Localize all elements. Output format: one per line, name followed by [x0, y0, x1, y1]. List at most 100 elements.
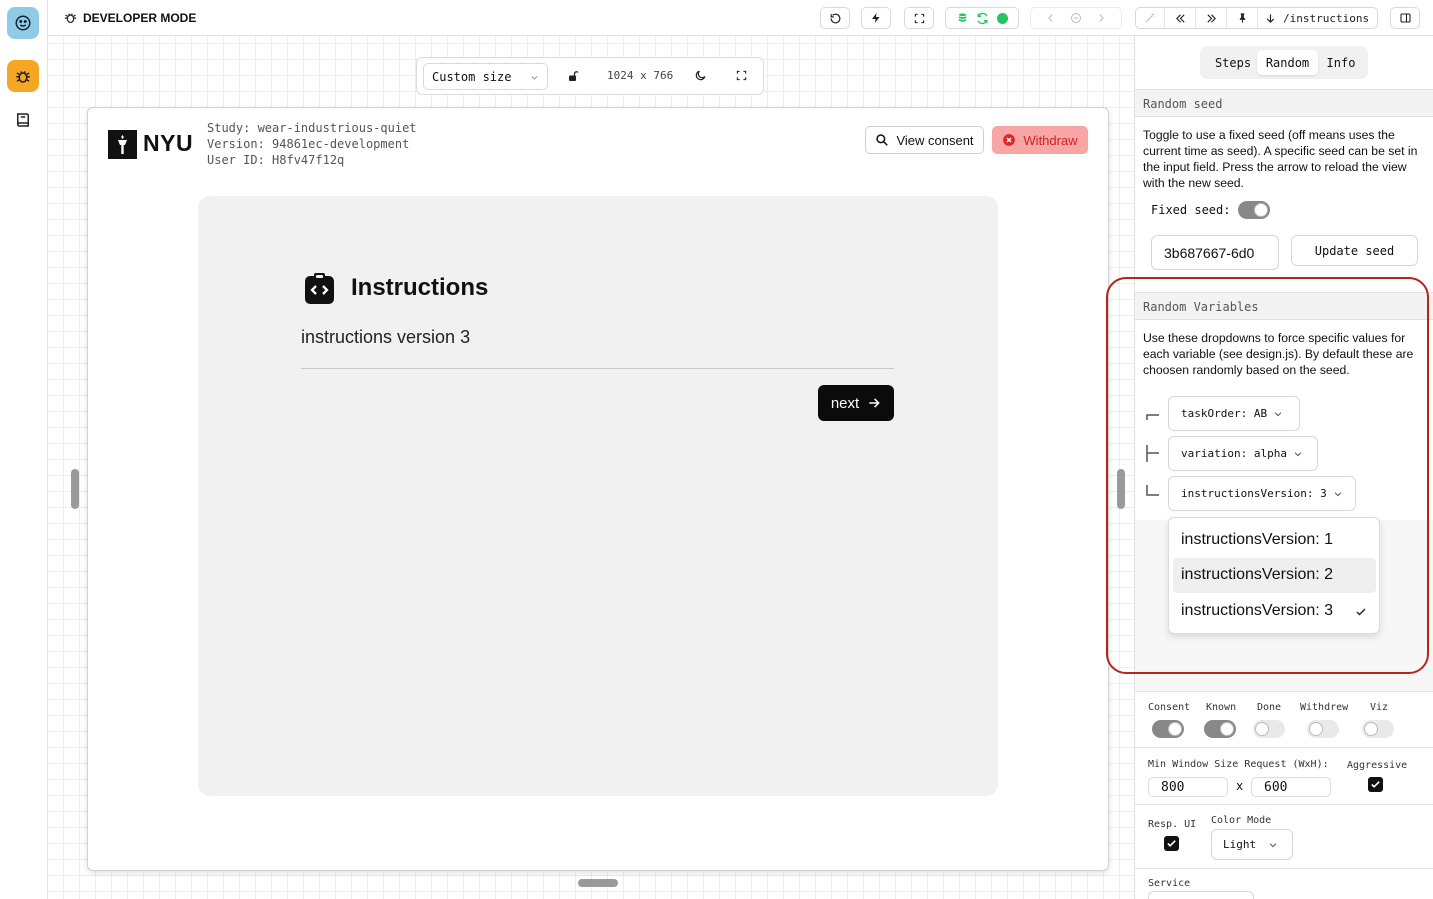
tab-steps[interactable]: Steps — [1208, 51, 1258, 74]
update-seed-button[interactable]: Update seed — [1291, 235, 1418, 266]
min-height-input[interactable]: 600 — [1251, 777, 1331, 797]
content-card: Instructions instructions version 3 next — [198, 196, 998, 796]
prev-step-icon[interactable] — [1046, 13, 1056, 23]
search-icon — [875, 133, 889, 147]
divider — [301, 368, 894, 369]
toggle-panel-button[interactable] — [1390, 7, 1420, 29]
expand-icon[interactable] — [736, 70, 747, 81]
check-icon — [1355, 606, 1367, 618]
magic-wand-icon[interactable] — [1136, 12, 1164, 24]
random-seed-header: Random seed — [1135, 89, 1433, 117]
withdraw-button[interactable]: Withdraw — [992, 126, 1088, 154]
logo-text: NYU — [143, 130, 194, 156]
service-label: Service — [1148, 878, 1191, 889]
panel-tabs: Steps Random Info — [1200, 46, 1368, 79]
flag-consent-label: Consent — [1148, 702, 1191, 713]
left-rail — [0, 0, 48, 899]
size-x-label: x — [1236, 779, 1244, 793]
bug-icon[interactable] — [7, 60, 39, 92]
route-arrow-icon[interactable] — [1257, 8, 1283, 28]
viewport-toolbar: Custom size 1024 x 766 — [416, 57, 764, 95]
route-nav-group: /instructions — [1135, 7, 1378, 29]
menu-option-version-1[interactable]: instructionsVersion: 1 — [1173, 523, 1376, 558]
arrow-right-icon — [867, 396, 881, 410]
right-resize-handle[interactable] — [1117, 469, 1125, 509]
pin-icon[interactable] — [1226, 8, 1257, 28]
seed-input[interactable]: 3b687667-6d0 — [1151, 235, 1279, 270]
task-order-select[interactable]: taskOrder: AB — [1168, 396, 1300, 431]
lightning-button[interactable] — [861, 7, 891, 29]
x-circle-icon — [1002, 133, 1016, 147]
nyu-torch-logo — [108, 130, 137, 159]
random-variables-header: Random Variables — [1135, 292, 1433, 320]
task-order-value: taskOrder: AB — [1181, 407, 1268, 420]
section-divider — [1135, 747, 1433, 748]
bug-outline-icon — [63, 10, 78, 25]
sidebar-panel-icon — [1399, 12, 1412, 24]
next-label: next — [830, 394, 860, 412]
tab-info[interactable]: Info — [1320, 51, 1362, 74]
moon-icon[interactable] — [694, 69, 707, 82]
done-toggle[interactable] — [1253, 720, 1285, 738]
section-divider — [1135, 804, 1433, 805]
fullscreen-button[interactable] — [904, 7, 934, 29]
last-step-icon[interactable] — [1195, 8, 1226, 28]
bottom-resize-handle[interactable] — [578, 879, 618, 887]
aggressive-checkbox[interactable] — [1368, 777, 1383, 792]
mode-label: DEVELOPER MODE — [83, 11, 197, 25]
reload-button[interactable] — [820, 7, 850, 29]
next-button[interactable]: next — [818, 385, 894, 421]
reset-step-icon[interactable] — [1070, 12, 1082, 24]
viz-toggle[interactable] — [1362, 720, 1394, 738]
known-toggle[interactable] — [1204, 720, 1236, 738]
variables-description: Use these dropdowns to force specific va… — [1143, 331, 1414, 377]
instructions-version-menu: instructionsVersion: 1 instructionsVersi… — [1168, 517, 1380, 634]
unlock-icon[interactable] — [567, 70, 579, 82]
menu-option-version-3[interactable]: instructionsVersion: 3 — [1173, 594, 1376, 629]
instructions-version-value: instructionsVersion: 3 — [1181, 487, 1327, 500]
min-width-input[interactable]: 800 — [1148, 777, 1228, 797]
resp-ui-label: Resp. UI — [1148, 819, 1197, 830]
flag-withdrew-label: Withdrew — [1300, 702, 1349, 713]
left-resize-handle[interactable] — [71, 469, 79, 509]
flag-done-label: Done — [1257, 702, 1282, 713]
min-window-label: Min Window Size Request (WxH): — [1148, 759, 1329, 770]
database-icon — [957, 12, 968, 24]
color-mode-value: Light — [1223, 838, 1257, 851]
resp-ui-checkbox[interactable] — [1164, 836, 1179, 851]
view-consent-label: View consent — [896, 132, 974, 148]
consent-toggle[interactable] — [1152, 720, 1184, 738]
withdrew-toggle[interactable] — [1307, 720, 1339, 738]
chevron-down-icon — [1333, 489, 1343, 499]
first-step-icon[interactable] — [1164, 8, 1195, 28]
view-consent-button[interactable]: View consent — [865, 126, 984, 154]
fixed-seed-toggle[interactable] — [1238, 201, 1270, 219]
instructions-version-select[interactable]: instructionsVersion: 3 — [1168, 476, 1356, 511]
page-body-text: instructions version 3 — [301, 327, 471, 347]
chevron-down-icon — [1268, 840, 1278, 850]
menu-option-version-2[interactable]: instructionsVersion: 2 — [1173, 558, 1376, 593]
route-label: /instructions — [1283, 11, 1370, 25]
fixed-seed-label: Fixed seed: — [1151, 203, 1231, 217]
withdraw-label: Withdraw — [1023, 132, 1078, 148]
color-mode-label: Color Mode — [1211, 815, 1272, 826]
dev-panel: Steps Random Info Random seed Toggle to … — [1134, 36, 1433, 899]
book-icon[interactable] — [7, 104, 39, 136]
tab-random[interactable]: Random — [1257, 50, 1318, 75]
service-select[interactable] — [1148, 891, 1254, 899]
page-heading: Instructions — [351, 274, 489, 301]
variation-select[interactable]: variation: alpha — [1168, 436, 1318, 471]
chevron-down-icon — [1273, 409, 1283, 419]
code-clipboard-icon — [305, 273, 334, 304]
flag-known-label: Known — [1206, 702, 1237, 713]
color-mode-select[interactable]: Light — [1211, 829, 1293, 860]
sync-status-group[interactable] — [945, 7, 1019, 29]
chevron-down-icon — [1293, 449, 1303, 459]
smiley-icon[interactable] — [7, 7, 39, 39]
next-step-icon[interactable] — [1096, 13, 1106, 23]
online-dot-icon — [996, 12, 1008, 24]
size-select[interactable]: Custom size — [423, 63, 548, 90]
flag-viz-label: Viz — [1370, 702, 1389, 713]
sync-icon — [976, 12, 989, 25]
user-id: User ID: H8fv47f12q — [207, 153, 345, 167]
